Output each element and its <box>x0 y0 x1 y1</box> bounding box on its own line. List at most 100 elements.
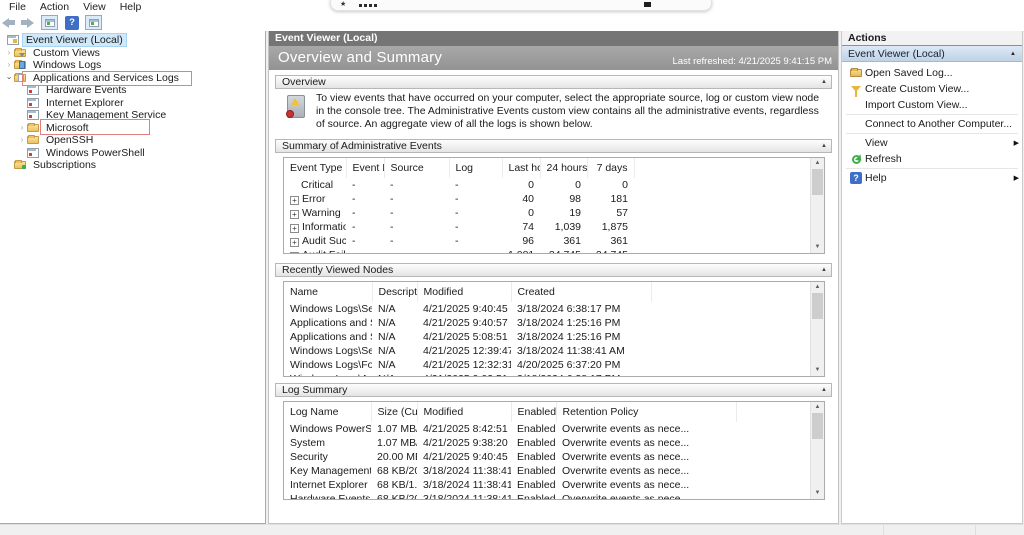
scroll-down-icon[interactable]: ▼ <box>811 242 824 253</box>
forward-arrow-icon[interactable] <box>20 16 34 29</box>
action-item-label: Help <box>865 172 887 184</box>
column-header-log-name[interactable]: Log Name <box>284 402 371 422</box>
collapse-icon[interactable]: ▲ <box>821 79 827 85</box>
column-header-event-id[interactable]: Event ID <box>346 158 384 178</box>
scrollbar-thumb[interactable] <box>812 413 823 439</box>
tree-item-applications-and-services-logs[interactable]: ›Applications and Services Logs <box>0 72 265 85</box>
recent-section-header[interactable]: Recently Viewed Nodes ▲ <box>275 263 832 277</box>
chevron-expanded-icon[interactable]: › <box>4 73 14 83</box>
scrollbar-thumb[interactable] <box>812 169 823 195</box>
vertical-scrollbar[interactable]: ▲▼ <box>810 158 824 253</box>
column-header-modified[interactable]: Modified <box>417 402 511 422</box>
log-summary-section-header[interactable]: Log Summary ▲ <box>275 383 832 397</box>
chevron-collapsed-icon[interactable]: › <box>4 48 14 58</box>
tree-item-label: Hardware Events <box>43 84 130 96</box>
column-header-last-hour[interactable]: Last hour <box>502 158 540 178</box>
vertical-scrollbar[interactable]: ▲▼ <box>810 282 824 376</box>
help-toolbar-button[interactable]: ? <box>65 16 79 30</box>
collapse-icon[interactable]: ▲ <box>821 387 827 393</box>
menu-file[interactable]: File <box>2 1 33 13</box>
column-header-retention-policy[interactable]: Retention Policy <box>556 402 736 422</box>
tree-item-key-management-service[interactable]: Key Management Service <box>0 109 265 122</box>
chevron-collapsed-icon[interactable]: › <box>4 60 14 70</box>
collapse-icon[interactable]: ▲ <box>1010 51 1016 57</box>
summary-section-header[interactable]: Summary of Administrative Events ▲ <box>275 139 832 153</box>
tree-item-openssh[interactable]: ›OpenSSH <box>0 134 265 147</box>
collapse-icon[interactable]: ▲ <box>821 267 827 273</box>
table-row[interactable]: +Warning---01957 <box>284 206 811 220</box>
table-row[interactable]: Windows Logs\ApplicationN/A4/21/2025 9:0… <box>284 372 811 377</box>
tree-item-microsoft[interactable]: ›Microsoft <box>0 122 265 135</box>
action-item-connect-to-another-computer[interactable]: Connect to Another Computer... <box>842 116 1022 132</box>
action-item-import-custom-view[interactable]: Import Custom View... <box>842 97 1022 113</box>
chevron-collapsed-icon[interactable]: › <box>17 135 27 145</box>
column-header-source[interactable]: Source <box>384 158 449 178</box>
action-item-view[interactable]: View▶ <box>842 135 1022 151</box>
column-header-created[interactable]: Created <box>511 282 651 302</box>
menu-help[interactable]: Help <box>113 1 149 13</box>
table-row[interactable]: Security20.00 MB/...4/21/2025 9:40:45 PM… <box>284 450 811 464</box>
column-header-description[interactable]: Description <box>372 282 417 302</box>
table-row[interactable]: Internet Explorer68 KB/1.00...3/18/2024 … <box>284 478 811 492</box>
actions-section-header[interactable]: Event Viewer (Local) ▲ <box>842 46 1022 62</box>
table-row[interactable]: +Information---741,0391,875 <box>284 220 811 234</box>
expand-icon[interactable]: + <box>290 238 299 247</box>
scroll-down-icon[interactable]: ▼ <box>811 488 824 499</box>
vertical-scrollbar[interactable]: ▲▼ <box>810 402 824 499</box>
collapse-icon[interactable]: ▲ <box>821 143 827 149</box>
table-row[interactable]: +Error---4098181 <box>284 192 811 206</box>
column-header-event-type[interactable]: Event Type <box>284 158 346 178</box>
tree-item-windows-powershell[interactable]: Windows PowerShell <box>0 147 265 160</box>
action-item-open-saved-log[interactable]: Open Saved Log... <box>842 65 1022 81</box>
show-console-tree-button[interactable] <box>41 15 58 30</box>
overview-section-title: Overview <box>282 76 326 88</box>
table-row[interactable]: Applications and Services ...N/A4/21/202… <box>284 316 811 330</box>
tree-item-hardware-events[interactable]: Hardware Events <box>0 84 265 97</box>
table-row[interactable]: Windows Logs\SetupN/A4/21/2025 12:39:47 … <box>284 344 811 358</box>
table-row[interactable]: Critical---000 <box>284 178 811 192</box>
column-header-24-hours[interactable]: 24 hours <box>540 158 587 178</box>
column-header-7-days[interactable]: 7 days <box>587 158 634 178</box>
scroll-up-icon[interactable]: ▲ <box>811 282 824 293</box>
table-cell-filler <box>634 206 811 220</box>
scroll-up-icon[interactable]: ▲ <box>811 158 824 169</box>
table-row[interactable]: Windows PowerShell1.07 MB/1...4/21/2025 … <box>284 422 811 436</box>
action-item-refresh[interactable]: Refresh <box>842 151 1022 167</box>
table-row[interactable]: Hardware Events68 KB/20...3/18/2024 11:3… <box>284 492 811 500</box>
tree-item-event-viewer-local[interactable]: Event Viewer (Local) <box>0 34 265 47</box>
table-row[interactable]: +Audit Failure---1,08124,74524,745 <box>284 248 811 254</box>
tree-item-custom-views[interactable]: ›Custom Views <box>0 47 265 60</box>
table-row[interactable]: Windows Logs\SecurityN/A4/21/2025 9:40:4… <box>284 302 811 316</box>
expand-icon[interactable]: + <box>290 224 299 233</box>
column-header-modified[interactable]: Modified <box>417 282 511 302</box>
back-arrow-icon[interactable] <box>2 16 16 29</box>
column-header-size-curre[interactable]: Size (Curre... <box>371 402 417 422</box>
table-cell: Overwrite events as nece... <box>556 492 736 500</box>
scroll-up-icon[interactable]: ▲ <box>811 402 824 413</box>
column-header-log[interactable]: Log <box>449 158 502 178</box>
table-cell-filler <box>651 344 811 358</box>
column-header-name[interactable]: Name <box>284 282 372 302</box>
expand-icon[interactable]: + <box>290 196 299 205</box>
show-action-pane-button[interactable] <box>85 15 102 30</box>
column-header-enabled[interactable]: Enabled <box>511 402 556 422</box>
scrollbar-thumb[interactable] <box>812 293 823 319</box>
chevron-collapsed-icon[interactable]: › <box>17 123 27 133</box>
tree-item-subscriptions[interactable]: Subscriptions <box>0 159 265 172</box>
tree-item-windows-logs[interactable]: ›Windows Logs <box>0 59 265 72</box>
expand-icon[interactable]: + <box>290 252 299 254</box>
overview-section-header[interactable]: Overview ▲ <box>275 75 832 89</box>
table-cell: +Audit Failure <box>284 248 346 254</box>
menu-view[interactable]: View <box>76 1 113 13</box>
scroll-down-icon[interactable]: ▼ <box>811 365 824 376</box>
table-row[interactable]: System1.07 MB/2...4/21/2025 9:38:20 PMEn… <box>284 436 811 450</box>
tree-item-internet-explorer[interactable]: Internet Explorer <box>0 97 265 110</box>
table-row[interactable]: Key Management Service68 KB/20 ...3/18/2… <box>284 464 811 478</box>
expand-icon[interactable]: + <box>290 210 299 219</box>
table-row[interactable]: Windows Logs\Forwarded...N/A4/21/2025 12… <box>284 358 811 372</box>
table-row[interactable]: +Audit Success---96361361 <box>284 234 811 248</box>
menu-action[interactable]: Action <box>33 1 76 13</box>
action-item-create-custom-view[interactable]: Create Custom View... <box>842 81 1022 97</box>
table-row[interactable]: Applications and Services ...N/A4/21/202… <box>284 330 811 344</box>
action-item-help[interactable]: ?Help▶ <box>842 170 1022 186</box>
